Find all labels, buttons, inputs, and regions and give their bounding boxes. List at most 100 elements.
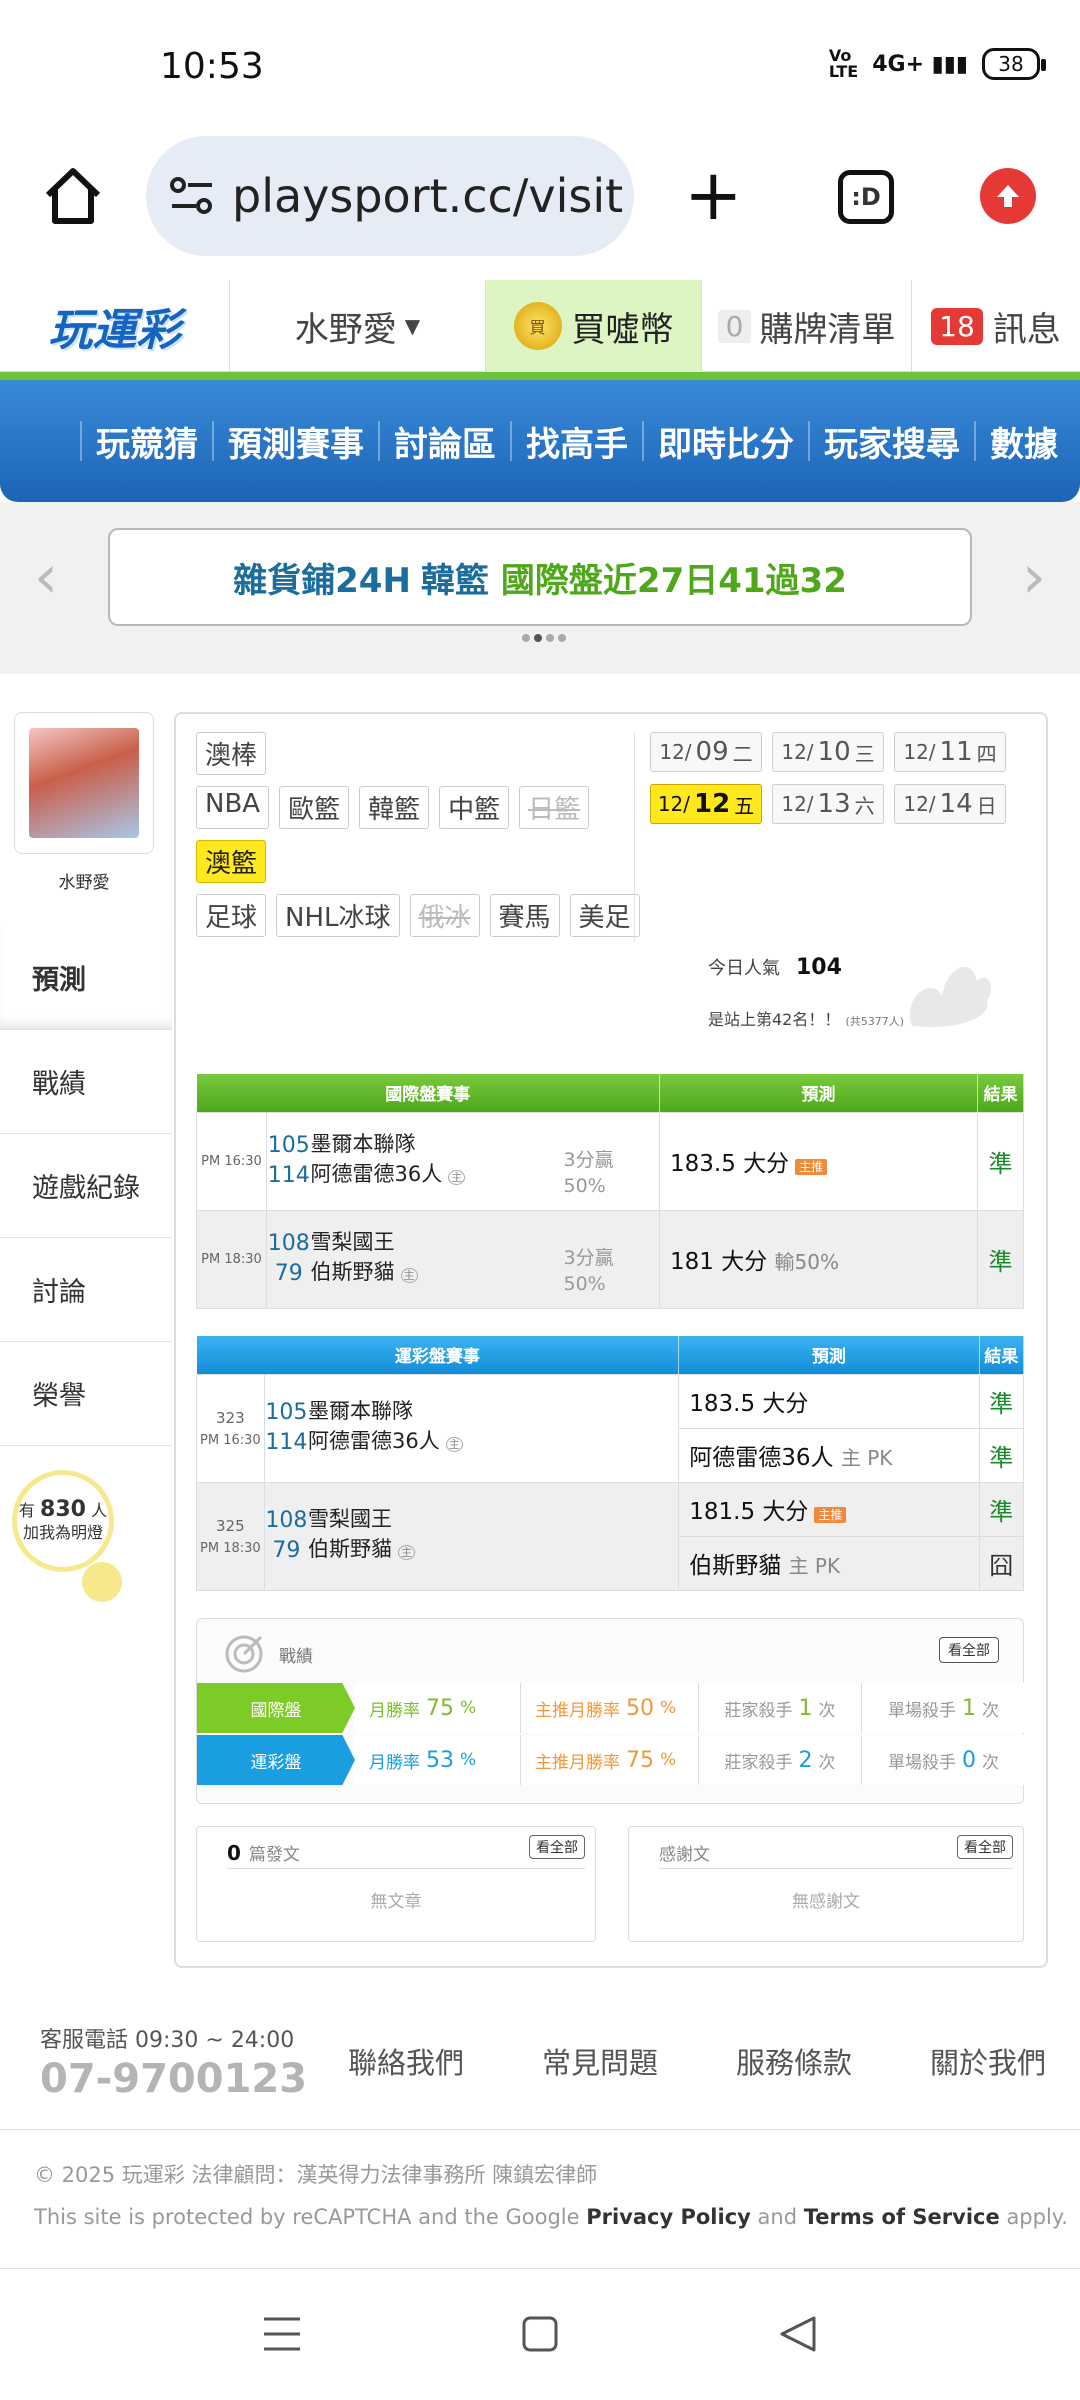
support-hours: 客服電話 09:30 ~ 24:00: [40, 2028, 295, 2053]
filter-nba[interactable]: NBA: [196, 786, 270, 829]
footer-terms-link[interactable]: 服務條款: [736, 2040, 930, 2082]
filter-ru-hockey: 俄冰: [409, 894, 480, 937]
filter-euro-basketball[interactable]: 歐籃: [279, 786, 350, 829]
clock: 10:53: [160, 46, 264, 87]
filter-au-basketball[interactable]: 澳籃: [196, 840, 267, 883]
system-nav-bar: [0, 2268, 1080, 2400]
result-mark: 囧: [978, 1535, 1025, 1591]
footer-contact-link[interactable]: 聯絡我們: [348, 2040, 542, 2082]
record-view-all-button[interactable]: 看全部: [939, 1637, 999, 1663]
side-tab-game-log[interactable]: 遊戲紀錄: [0, 1134, 172, 1238]
carousel-dots: [522, 634, 566, 642]
status-icons: Vo LTE 4G+ ▮▮▮ 38: [828, 46, 1046, 81]
support-phone[interactable]: 07-9700123: [40, 2056, 307, 2102]
privacy-policy-link[interactable]: Privacy Policy: [586, 2205, 751, 2229]
cart-button[interactable]: 0 購牌清單: [702, 280, 912, 372]
thanks-view-all-button[interactable]: 看全部: [957, 1835, 1013, 1859]
avatar-image: [29, 728, 139, 838]
main-pick-badge: 主推: [814, 1507, 847, 1523]
site-logo[interactable]: 玩運彩: [0, 280, 230, 372]
avatar[interactable]: [14, 712, 154, 854]
sidebar-username: 水野愛: [58, 873, 110, 893]
battery-icon: 38: [982, 48, 1046, 80]
posts-view-all-button[interactable]: 看全部: [529, 1835, 585, 1859]
fan-lightbulb[interactable]: 有 830 人 加我為明燈: [12, 1470, 114, 1572]
table-row: 325 PM 18:30 108 79 雪梨國王 伯斯野貓主 181.5 大分 主推 準: [196, 1481, 1025, 1591]
filter-kr-basketball[interactable]: 韓籃: [359, 786, 430, 829]
result-mark: 準: [977, 1111, 1024, 1211]
coin-icon: 買: [513, 302, 562, 350]
cart-count: 0: [717, 309, 752, 343]
thanks-box: 感謝文 看全部 無感謝文: [628, 1826, 1024, 1942]
tab-switcher-button[interactable]: :D: [838, 170, 894, 224]
filter-cn-basketball[interactable]: 中籃: [439, 786, 510, 829]
side-tab-discuss[interactable]: 討論: [0, 1238, 172, 1342]
buy-coin-button[interactable]: 買 買噓幣: [486, 280, 702, 372]
messages-button[interactable]: 18 訊息: [912, 280, 1080, 372]
footer-faq-link[interactable]: 常見問題: [542, 2040, 736, 2082]
record-row-intl: 國際盤 月勝率 75% 主推月勝率 50% 莊家殺手 1 次 單場殺手 1 次: [197, 1683, 1025, 1733]
date-1212[interactable]: 12/12 五: [650, 784, 762, 824]
splash-decoration-icon: [909, 966, 992, 1027]
filter-au-baseball[interactable]: 澳棒: [196, 732, 267, 775]
intl-games-table: 國際盤賽事 預測 結果 PM 16:30 105 114 墨爾本聯隊 阿德雷德36人主 …: [196, 1074, 1024, 1309]
home-icon[interactable]: [40, 163, 106, 229]
nav-forum[interactable]: 討論區: [378, 421, 510, 465]
today-popularity: 今日人氣 104: [708, 955, 842, 980]
terms-of-service-link[interactable]: Terms of Service: [804, 2205, 1000, 2229]
date-1213[interactable]: 12/13 六: [772, 784, 884, 824]
filter-soccer[interactable]: 足球: [196, 894, 267, 937]
update-icon[interactable]: [980, 168, 1036, 224]
site-header: 玩運彩 水野愛 ▼ 買 買噓幣 0 購牌清單 18 訊息: [0, 280, 1080, 372]
nav-guess[interactable]: 玩競猜: [80, 421, 212, 465]
chevron-right-icon[interactable]: ›: [1022, 542, 1046, 612]
message-count: 18: [931, 307, 983, 345]
footer-about-link[interactable]: 關於我們: [930, 2040, 1080, 2082]
menu-icon[interactable]: [262, 2315, 302, 2353]
signal-icon: 4G+ ▮▮▮: [872, 51, 968, 77]
banner-link[interactable]: 雜貨鋪24H 韓籃 國際盤近27日41過32: [108, 528, 972, 626]
filter-horse-racing[interactable]: 賽馬: [489, 894, 560, 937]
main-nav: 玩競猜 預測賽事 討論區 找高手 即時比分 玩家搜尋 數據: [0, 380, 1080, 502]
user-name: 水野愛: [294, 309, 397, 350]
table-row: PM 18:30 108 79 雪梨國王 伯斯野貓主 3分贏 50% 181 大分 輸…: [196, 1209, 1024, 1309]
home-square-icon[interactable]: [522, 2315, 558, 2353]
back-icon[interactable]: [778, 2315, 818, 2353]
lottery-games-table: 運彩盤賽事 預測 結果 323 PM 16:30 105 114 墨爾本聯隊 阿德雷德36…: [196, 1336, 1025, 1591]
nav-data[interactable]: 數據: [974, 421, 1072, 465]
date-1211[interactable]: 12/11 四: [894, 732, 1006, 772]
filter-nhl[interactable]: NHL冰球: [276, 894, 400, 937]
volte-icon: Vo LTE: [828, 46, 859, 81]
result-mark: 準: [977, 1209, 1024, 1309]
user-menu[interactable]: 水野愛 ▼: [230, 280, 486, 372]
nav-experts[interactable]: 找高手: [510, 421, 642, 465]
filter-us-football[interactable]: 美足: [569, 894, 640, 937]
result-mark: 準: [978, 1427, 1025, 1483]
filter-jp-basketball: 日籃: [519, 786, 590, 829]
side-tab-record[interactable]: 戰績: [0, 1030, 172, 1134]
nav-predict[interactable]: 預測賽事: [212, 421, 378, 465]
site-settings-icon[interactable]: [168, 176, 216, 216]
side-tab-predict[interactable]: 預測: [0, 926, 172, 1030]
nav-player-search[interactable]: 玩家搜尋: [808, 421, 974, 465]
browser-toolbar: playsport.cc/visit + :D: [0, 130, 1080, 280]
table-row: PM 16:30 105 114 墨爾本聯隊 阿德雷德36人主 3分贏 50% 183…: [196, 1111, 1024, 1211]
caret-down-icon: ▼: [404, 314, 421, 338]
status-bar: 10:53 Vo LTE 4G+ ▮▮▮ 38: [0, 0, 1080, 130]
record-summary: 戰績 看全部 國際盤 月勝率 75% 主推月勝率 50% 莊家殺手 1 次 單場殺手 1 次…: [196, 1618, 1025, 1804]
header-divider: [0, 372, 1080, 380]
address-bar[interactable]: playsport.cc/visit: [146, 136, 634, 256]
new-tab-icon[interactable]: +: [684, 160, 743, 230]
copyright: © 2025 玩運彩 法律顧問：漢英得力法律事務所 陳鎮宏律師 This sit…: [34, 2163, 1068, 2229]
date-1214[interactable]: 12/14 日: [894, 784, 1006, 824]
table-row: 323 PM 16:30 105 114 墨爾本聯隊 阿德雷德36人主 183.5 大…: [196, 1373, 1025, 1483]
date-1209[interactable]: 12/09 二: [650, 732, 762, 772]
chevron-left-icon[interactable]: ‹: [34, 542, 58, 612]
posts-box: 0 篇發文 看全部 無文章: [196, 1826, 596, 1942]
main-pick-badge: 主推: [795, 1159, 828, 1175]
site-footer: 客服電話 09:30 ~ 24:00 07-9700123 聯絡我們 常見問題 …: [0, 2000, 1080, 2130]
result-mark: 準: [978, 1481, 1025, 1537]
side-tab-honor[interactable]: 榮譽: [0, 1342, 172, 1446]
date-1210[interactable]: 12/10 三: [772, 732, 884, 772]
nav-live-score[interactable]: 即時比分: [642, 421, 808, 465]
